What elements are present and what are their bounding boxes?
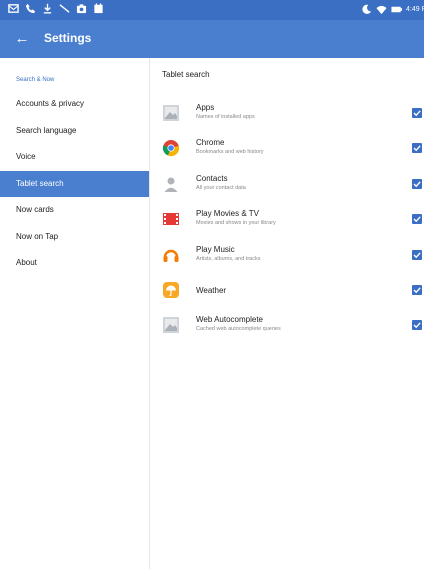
app-row-play-music[interactable]: Play Music Artists, albums, and tracks	[150, 238, 424, 273]
status-time: 4:49 PM	[406, 6, 424, 13]
contacts-icon	[162, 175, 180, 193]
app-description: Bookmarks and web history	[196, 149, 264, 156]
app-list: Apps Names of installed apps Chrome Book…	[150, 96, 424, 344]
camera-icon	[76, 3, 87, 14]
app-name: Contacts	[196, 173, 228, 183]
app-row-play-movies[interactable]: Play Movies & TV Movies and shows in you…	[150, 202, 424, 237]
app-row-apps[interactable]: Apps Names of installed apps	[150, 96, 424, 131]
app-description: Artists, albums, and tracks	[196, 255, 261, 262]
chrome-icon	[162, 139, 180, 157]
sidebar-item-now-cards[interactable]: Now cards	[0, 197, 149, 224]
download-icon	[42, 3, 53, 14]
wifi-icon	[376, 4, 387, 15]
missed-call-icon	[59, 3, 70, 14]
app-description: Names of installed apps	[196, 114, 255, 120]
sidebar-header: Search & Now	[16, 77, 55, 83]
sidebar-item-about[interactable]: About	[0, 250, 149, 277]
status-bar: 4:49 PM	[0, 0, 424, 20]
checkbox[interactable]	[412, 249, 422, 260]
phone-icon	[25, 3, 36, 14]
play-music-icon	[162, 246, 180, 264]
checkbox[interactable]	[412, 108, 422, 118]
app-name: Play Movies & TV	[196, 209, 259, 219]
notification-icons	[8, 3, 104, 14]
sidebar: Search & Now Accounts & privacy Search l…	[0, 58, 150, 569]
battery-icon	[391, 4, 402, 15]
checkbox[interactable]	[412, 320, 422, 331]
app-row-web-autocomplete[interactable]: Web Autocomplete Cached web autocomplete…	[150, 308, 424, 343]
app-name: Web Autocomplete	[196, 315, 264, 325]
moon-icon	[361, 4, 372, 15]
content-pane: Tablet search Apps Names of installed ap…	[150, 58, 424, 569]
play-movies-icon	[162, 210, 180, 228]
sidebar-item-search-language[interactable]: Search language	[0, 118, 149, 145]
app-description: Movies and shows in your library	[196, 220, 276, 227]
web-autocomplete-icon	[162, 316, 180, 334]
app-bar: ← Settings	[0, 20, 424, 58]
app-name: Play Music	[196, 244, 235, 254]
apps-image-icon	[162, 104, 180, 122]
checkbox[interactable]	[412, 178, 422, 189]
app-row-chrome[interactable]: Chrome Bookmarks and web history	[150, 131, 424, 166]
sidebar-item-now-on-tap[interactable]: Now on Tap	[0, 224, 149, 251]
sidebar-nav: Accounts & privacy Search language Voice…	[0, 91, 149, 277]
app-row-weather[interactable]: Weather	[150, 273, 424, 308]
arrow-left-icon[interactable]: ←	[12, 29, 32, 49]
sidebar-item-accounts-privacy[interactable]: Accounts & privacy	[0, 91, 149, 118]
checkbox[interactable]	[412, 284, 422, 295]
sidebar-item-tablet-search[interactable]: Tablet search	[0, 170, 149, 197]
mail-icon	[8, 3, 19, 14]
weather-icon	[162, 281, 180, 299]
app-title: Settings	[44, 31, 92, 45]
app-name: Chrome	[196, 138, 225, 148]
sidebar-item-voice[interactable]: Voice	[0, 144, 149, 171]
checkbox[interactable]	[412, 214, 422, 225]
app-row-contacts[interactable]: Contacts All your contact data	[150, 167, 424, 202]
app-description: All your contact data	[196, 184, 246, 191]
page-title: Tablet search	[162, 70, 210, 79]
checkbox[interactable]	[412, 143, 422, 154]
app-description: Cached web autocomplete queries	[196, 326, 281, 333]
calendar-icon	[93, 3, 104, 14]
app-name: Weather	[196, 285, 227, 295]
app-name: Apps	[196, 103, 215, 112]
system-icons: 4:49 PM	[361, 4, 424, 15]
